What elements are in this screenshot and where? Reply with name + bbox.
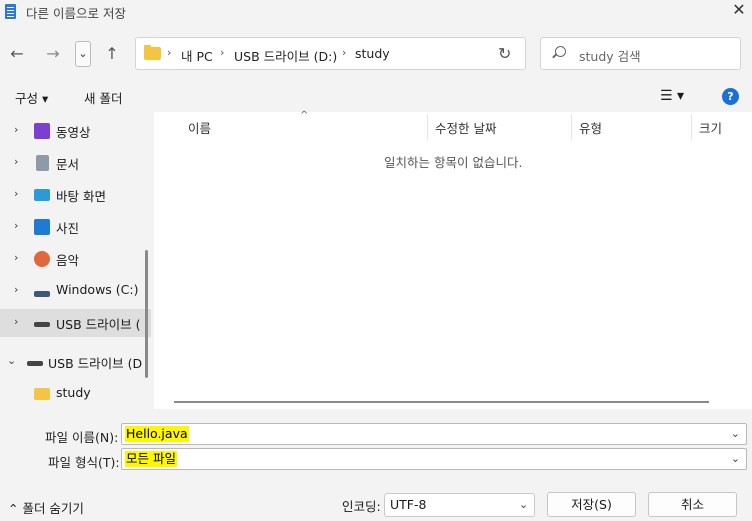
hide-folders-button[interactable]: ⌃ 폴더 숨기기: [8, 498, 84, 517]
chevron-right-icon[interactable]: ›: [14, 123, 18, 136]
chevron-right-icon[interactable]: ›: [14, 219, 18, 232]
breadcrumb-separator: ›: [220, 46, 225, 59]
video-icon: [34, 123, 50, 139]
sidebar-item-label: 바탕 화면: [56, 189, 106, 204]
address-bar[interactable]: › 내 PC › USB 드라이브 (D:) › study ↻: [135, 37, 526, 70]
sidebar-item-music[interactable]: › 음악: [0, 245, 151, 273]
window-title: 다른 이름으로 저장: [26, 6, 126, 21]
chevron-down-icon[interactable]: ⌄: [7, 354, 16, 367]
back-button[interactable]: ←: [6, 43, 28, 65]
organize-button[interactable]: 구성 ▾: [15, 88, 48, 107]
picture-icon: [34, 219, 50, 235]
chevron-down-icon[interactable]: ⌄: [731, 452, 740, 465]
column-header-size[interactable]: 크기: [699, 118, 722, 137]
music-icon: [34, 251, 50, 267]
search-input[interactable]: study 검색: [579, 46, 641, 65]
file-list[interactable]: ^ 이름 수정한 날짜 유형 크기 일치하는 항목이 없습니다.: [154, 110, 752, 409]
sidebar-item-pictures[interactable]: › 사진: [0, 213, 151, 241]
view-options-button[interactable]: ☰ ▾: [660, 88, 684, 104]
horizontal-scrollbar[interactable]: [174, 401, 709, 403]
up-button[interactable]: ↑: [101, 43, 123, 65]
encoding-value: UTF-8: [390, 497, 427, 512]
help-icon[interactable]: ?: [722, 88, 739, 105]
column-header-type[interactable]: 유형: [579, 118, 602, 137]
cancel-button[interactable]: 취소: [648, 492, 737, 517]
search-icon: [555, 46, 566, 57]
folder-icon: [144, 45, 161, 60]
breadcrumb-study[interactable]: study: [355, 46, 390, 61]
breadcrumb-this-pc[interactable]: 내 PC: [181, 46, 213, 65]
sort-ascending-icon: ^: [300, 110, 309, 121]
sidebar-item-videos[interactable]: › 동영상: [0, 117, 151, 145]
forward-button[interactable]: →: [42, 43, 64, 65]
column-header-name[interactable]: 이름: [188, 118, 211, 137]
sidebar-item-usb-drive-d[interactable]: ⌄ USB 드라이브 (D: [0, 348, 151, 376]
column-divider[interactable]: [427, 114, 428, 140]
close-icon[interactable]: ✕: [729, 0, 749, 19]
folder-icon: [34, 388, 50, 400]
breadcrumb-separator: ›: [167, 46, 172, 59]
encoding-select[interactable]: UTF-8 ⌄: [384, 493, 535, 517]
command-bar: 구성 ▾ 새 폴더 ☰ ▾ ?: [0, 80, 752, 112]
filetype-value: 모든 파일: [125, 451, 177, 467]
column-divider[interactable]: [571, 114, 572, 140]
title-bar: 다른 이름으로 저장 ✕: [0, 0, 752, 24]
chevron-right-icon[interactable]: ›: [14, 187, 18, 200]
sidebar-item-desktop[interactable]: › 바탕 화면: [0, 181, 151, 209]
chevron-down-icon: ⌄: [519, 498, 529, 511]
filename-field[interactable]: Hello.java ⌄: [121, 423, 747, 445]
column-header-modified[interactable]: 수정한 날짜: [435, 118, 496, 137]
notepad-icon: [5, 4, 16, 19]
filetype-label: 파일 형식(T):: [48, 455, 120, 470]
new-folder-button[interactable]: 새 폴더: [84, 88, 122, 107]
sidebar-item-label: 사진: [56, 221, 80, 236]
navigation-pane: › 동영상 › 문서 › 바탕 화면 › 사진 › 음악 › Windows (…: [0, 112, 151, 409]
column-divider[interactable]: [691, 114, 692, 140]
usb-drive-icon: [27, 361, 43, 366]
recent-locations-button[interactable]: ⌄: [75, 41, 91, 67]
refresh-icon[interactable]: ↻: [498, 44, 511, 63]
sidebar-item-documents[interactable]: › 문서: [0, 149, 151, 177]
sidebar-item-label: study: [56, 385, 91, 400]
sidebar-item-label: 동영상: [56, 125, 91, 140]
desktop-icon: [34, 189, 50, 201]
sidebar-item-label: 음악: [56, 253, 80, 268]
encoding-label: 인코딩:: [342, 499, 381, 514]
chevron-right-icon[interactable]: ›: [14, 315, 18, 328]
breadcrumb-usb-drive[interactable]: USB 드라이브 (D:): [234, 46, 337, 65]
sidebar-item-label: USB 드라이브 (: [56, 317, 141, 332]
sidebar-item-label: Windows (C:): [56, 282, 139, 297]
chevron-right-icon[interactable]: ›: [14, 155, 18, 168]
search-box[interactable]: study 검색: [540, 37, 741, 70]
sidebar-item-study[interactable]: study: [0, 380, 151, 408]
chevron-right-icon[interactable]: ›: [14, 283, 18, 296]
sidebar-item-label: 문서: [56, 157, 80, 172]
sidebar-scrollbar[interactable]: [145, 250, 148, 378]
usb-drive-icon: [34, 322, 50, 327]
filetype-select[interactable]: 모든 파일 ⌄: [121, 448, 747, 470]
filename-label: 파일 이름(N):: [45, 430, 119, 445]
filename-input[interactable]: Hello.java: [125, 426, 189, 442]
chevron-down-icon[interactable]: ⌄: [731, 427, 740, 440]
document-icon: [36, 155, 49, 171]
empty-list-message: 일치하는 항목이 없습니다.: [384, 155, 523, 170]
sidebar-item-usb-drive[interactable]: › USB 드라이브 (: [0, 309, 151, 337]
sidebar-item-label: USB 드라이브 (D: [48, 356, 143, 371]
sidebar-item-windows-drive[interactable]: › Windows (C:): [0, 277, 151, 305]
breadcrumb-separator: ›: [342, 46, 347, 59]
save-button[interactable]: 저장(S): [547, 492, 636, 517]
chevron-right-icon[interactable]: ›: [14, 251, 18, 264]
drive-icon: [34, 291, 50, 297]
